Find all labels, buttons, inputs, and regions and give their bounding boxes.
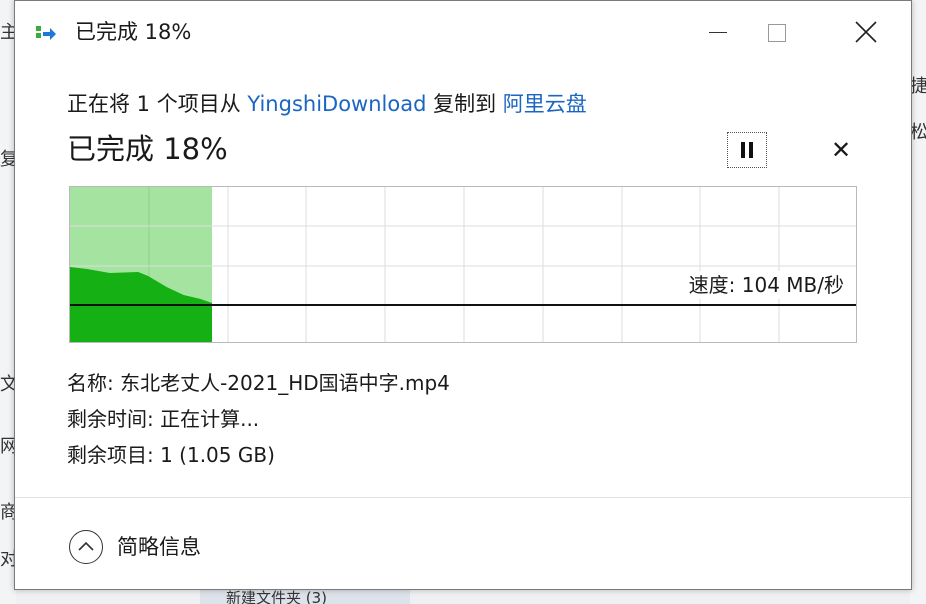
speed-graph-canvas bbox=[70, 187, 856, 342]
copy-progress-dialog: 已完成 18% 正在将 1 个项目从 YingshiDownload 复制到 阿… bbox=[14, 0, 912, 590]
minimize-button[interactable] bbox=[695, 15, 741, 49]
pause-button[interactable] bbox=[727, 132, 767, 168]
transfer-speed-graph: 速度: 104 MB/秒 bbox=[69, 186, 857, 343]
window-title: 已完成 18% bbox=[75, 20, 192, 44]
items-remaining: 剩余项目: 1 (1.05 GB) bbox=[67, 443, 275, 467]
collapse-details-button[interactable] bbox=[69, 530, 103, 564]
title-bar[interactable]: 已完成 18% bbox=[15, 1, 911, 63]
source-folder-link[interactable]: YingshiDownload bbox=[247, 92, 426, 116]
maximize-button[interactable] bbox=[753, 15, 799, 49]
background-folder-item: 新建文件夹 (3) bbox=[200, 588, 410, 604]
time-remaining: 剩余时间: 正在计算... bbox=[67, 407, 260, 431]
close-button[interactable] bbox=[843, 15, 889, 49]
background-text: 捷 bbox=[910, 76, 926, 97]
copy-middle: 复制到 bbox=[426, 92, 503, 116]
progress-status: 已完成 18% bbox=[67, 132, 228, 166]
pause-icon bbox=[741, 142, 745, 158]
file-name: 名称: 东北老丈人-2021_HD国语中字.mp4 bbox=[67, 371, 450, 395]
chevron-up-icon bbox=[78, 541, 94, 551]
cancel-button[interactable]: ✕ bbox=[827, 134, 855, 166]
cancel-icon: ✕ bbox=[830, 136, 852, 164]
dialog-footer: 简略信息 bbox=[15, 497, 911, 589]
copy-prefix: 正在将 1 个项目从 bbox=[67, 92, 248, 116]
speed-label: 速度: 104 MB/秒 bbox=[686, 271, 846, 299]
background-text: 松 bbox=[910, 122, 926, 143]
background-app-right: 捷 松 bbox=[910, 0, 926, 604]
destination-folder-link[interactable]: 阿里云盘 bbox=[503, 92, 587, 116]
copy-description: 正在将 1 个项目从 YingshiDownload 复制到 阿里云盘 bbox=[67, 89, 587, 119]
collapse-details-label[interactable]: 简略信息 bbox=[117, 532, 201, 562]
copy-arrow-icon bbox=[35, 23, 57, 43]
close-icon bbox=[855, 21, 877, 43]
